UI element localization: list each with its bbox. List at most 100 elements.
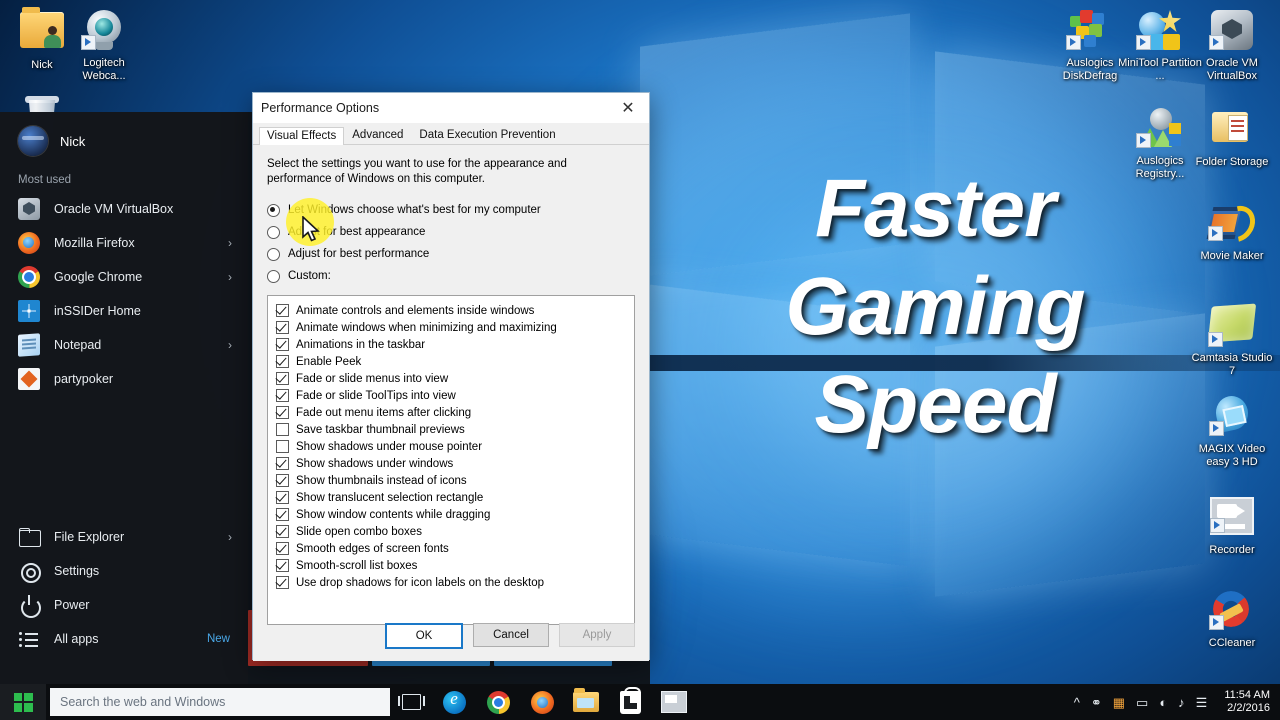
power-icon <box>18 594 41 618</box>
checkbox-row[interactable]: Fade or slide ToolTips into view <box>276 387 634 404</box>
checkbox-row[interactable]: Show shadows under windows <box>276 455 634 472</box>
checkbox-row[interactable]: Animate controls and elements inside win… <box>276 302 634 319</box>
taskbar-app-firefox[interactable] <box>520 684 564 720</box>
windows-flag-icon[interactable]: ▦ <box>1113 696 1125 709</box>
start-item-oracle-vm-virtualbox[interactable]: Oracle VM VirtualBox <box>0 192 248 226</box>
radio-button[interactable] <box>267 225 280 239</box>
radio-button[interactable] <box>267 203 280 217</box>
visual-effects-list[interactable]: Animate controls and elements inside win… <box>267 295 635 625</box>
checkbox[interactable] <box>276 406 289 419</box>
checkbox-row[interactable]: Show shadows under mouse pointer <box>276 438 634 455</box>
checkbox-row[interactable]: Use drop shadows for icon labels on the … <box>276 574 634 591</box>
most-used-header: Most used <box>18 174 72 186</box>
checkbox[interactable] <box>276 338 289 351</box>
checkbox[interactable] <box>276 525 289 538</box>
taskbar-app-file-explorer[interactable] <box>564 684 608 720</box>
checkbox-row[interactable]: Save taskbar thumbnail previews <box>276 421 634 438</box>
checkbox-row[interactable]: Slide open combo boxes <box>276 523 634 540</box>
volume-icon[interactable]: ♪ <box>1178 696 1185 709</box>
radio-adjust-best-performance[interactable]: Adjust for best performance <box>267 243 635 265</box>
checkbox-row[interactable]: Enable Peek <box>276 353 634 370</box>
performance-options-dialog[interactable]: Performance Options ✕ Visual Effects Adv… <box>252 92 650 661</box>
desktop-icon-recorder[interactable]: Recorder <box>1190 492 1274 557</box>
start-item-all-apps[interactable]: All apps New <box>0 622 248 656</box>
desktop-icon-folder-storage[interactable]: Folder Storage <box>1190 106 1274 169</box>
tab-data-execution-prevention[interactable]: Data Execution Prevention <box>411 126 563 144</box>
checkbox[interactable] <box>276 576 289 589</box>
dialog-tabs[interactable]: Visual Effects Advanced Data Execution P… <box>253 124 649 145</box>
start-user-account[interactable]: Nick <box>0 112 248 166</box>
start-item-google-chrome[interactable]: Google Chrome › <box>0 260 248 294</box>
close-icon[interactable]: ✕ <box>607 94 649 123</box>
taskbar-app-recorder[interactable] <box>652 684 696 720</box>
checkbox[interactable] <box>276 474 289 487</box>
desktop-icon-logitech-webcam[interactable]: Logitech Webca... <box>62 8 146 83</box>
search-input[interactable]: Search the web and Windows <box>50 688 390 716</box>
checkbox[interactable] <box>276 491 289 504</box>
checkbox-label: Slide open combo boxes <box>296 525 422 538</box>
checkbox-row[interactable]: Fade out menu items after clicking <box>276 404 634 421</box>
desktop-icon-movie-maker[interactable]: Movie Maker <box>1190 199 1274 263</box>
tab-advanced[interactable]: Advanced <box>344 126 411 144</box>
checkbox[interactable] <box>276 304 289 317</box>
radio-button[interactable] <box>267 269 280 283</box>
battery-icon[interactable]: ▭ <box>1136 696 1148 709</box>
checkbox-label: Animate controls and elements inside win… <box>296 304 535 317</box>
checkbox-row[interactable]: Show window contents while dragging <box>276 506 634 523</box>
radio-let-windows-choose[interactable]: Let Windows choose what's best for my co… <box>267 199 635 221</box>
start-item-inssider-home[interactable]: inSSIDer Home <box>0 294 248 328</box>
checkbox-row[interactable]: Animate windows when minimizing and maxi… <box>276 319 634 336</box>
checkbox[interactable] <box>276 372 289 385</box>
checkbox[interactable] <box>276 440 289 453</box>
task-view-button[interactable] <box>390 684 432 720</box>
system-tray[interactable]: ^ ⚭ ▦ ▭ ◐ ♪ ☰ 11:54 AM 2/2/2016 <box>1074 689 1280 715</box>
radio-adjust-best-appearance[interactable]: Adjust for best appearance <box>267 221 635 243</box>
dialog-title-bar[interactable]: Performance Options ✕ <box>253 93 649 124</box>
checkbox-row[interactable]: Show thumbnails instead of icons <box>276 472 634 489</box>
start-menu-left-panel[interactable]: Nick Most used Oracle VM VirtualBox Mozi… <box>0 112 248 684</box>
checkbox-row[interactable]: Fade or slide menus into view <box>276 370 634 387</box>
desktop-icon-camtasia-studio-7[interactable]: Camtasia Studio 7 <box>1190 300 1274 378</box>
checkbox[interactable] <box>276 389 289 402</box>
checkbox-label: Show shadows under mouse pointer <box>296 440 483 453</box>
checkbox[interactable] <box>276 457 289 470</box>
desktop-icon-magix-video-easy[interactable]: MAGIX Video easy 3 HD <box>1190 393 1274 469</box>
checkbox[interactable] <box>276 423 289 436</box>
dialog-buttons[interactable]: OK Cancel Apply <box>385 623 635 649</box>
taskbar-app-edge[interactable] <box>432 684 476 720</box>
clock[interactable]: 11:54 AM 2/2/2016 <box>1218 689 1270 715</box>
usb-icon[interactable]: ⚭ <box>1091 696 1102 709</box>
checkbox[interactable] <box>276 355 289 368</box>
radio-button[interactable] <box>267 247 280 261</box>
tab-visual-effects[interactable]: Visual Effects <box>259 127 345 145</box>
desktop-icon-ccleaner[interactable]: CCleaner <box>1190 588 1274 650</box>
checkbox-row[interactable]: Smooth-scroll list boxes <box>276 557 634 574</box>
desktop-icon-oracle-vm-virtualbox[interactable]: Oracle VM VirtualBox <box>1190 8 1274 83</box>
checkbox-row[interactable]: Smooth edges of screen fonts <box>276 540 634 557</box>
checkbox-label: Fade or slide menus into view <box>296 372 449 385</box>
checkbox-row[interactable]: Animations in the taskbar <box>276 336 634 353</box>
chevron-up-icon[interactable]: ^ <box>1074 696 1080 709</box>
gear-icon <box>18 560 41 583</box>
start-item-partypoker[interactable]: partypoker <box>0 362 248 396</box>
taskbar-app-store[interactable] <box>608 684 652 720</box>
start-item-power[interactable]: Power <box>0 588 248 622</box>
wifi-icon[interactable]: ◐ <box>1159 696 1167 709</box>
start-item-mozilla-firefox[interactable]: Mozilla Firefox › <box>0 226 248 260</box>
checkbox[interactable] <box>276 508 289 521</box>
start-item-settings[interactable]: Settings <box>0 554 248 588</box>
taskbar-app-chrome[interactable] <box>476 684 520 720</box>
action-center-icon[interactable]: ☰ <box>1196 696 1208 709</box>
start-button[interactable] <box>0 684 46 720</box>
taskbar[interactable]: Search the web and Windows ^ ⚭ ▦ ▭ ◐ ♪ ☰… <box>0 684 1280 720</box>
radio-label: Adjust for best appearance <box>288 226 426 238</box>
start-item-file-explorer[interactable]: File Explorer › <box>0 520 248 554</box>
ok-button[interactable]: OK <box>385 623 463 649</box>
start-item-notepad[interactable]: Notepad › <box>0 328 248 362</box>
radio-custom[interactable]: Custom: <box>267 265 635 287</box>
checkbox-row[interactable]: Show translucent selection rectangle <box>276 489 634 506</box>
cancel-button[interactable]: Cancel <box>473 623 549 647</box>
checkbox[interactable] <box>276 321 289 334</box>
checkbox[interactable] <box>276 542 289 555</box>
checkbox[interactable] <box>276 559 289 572</box>
